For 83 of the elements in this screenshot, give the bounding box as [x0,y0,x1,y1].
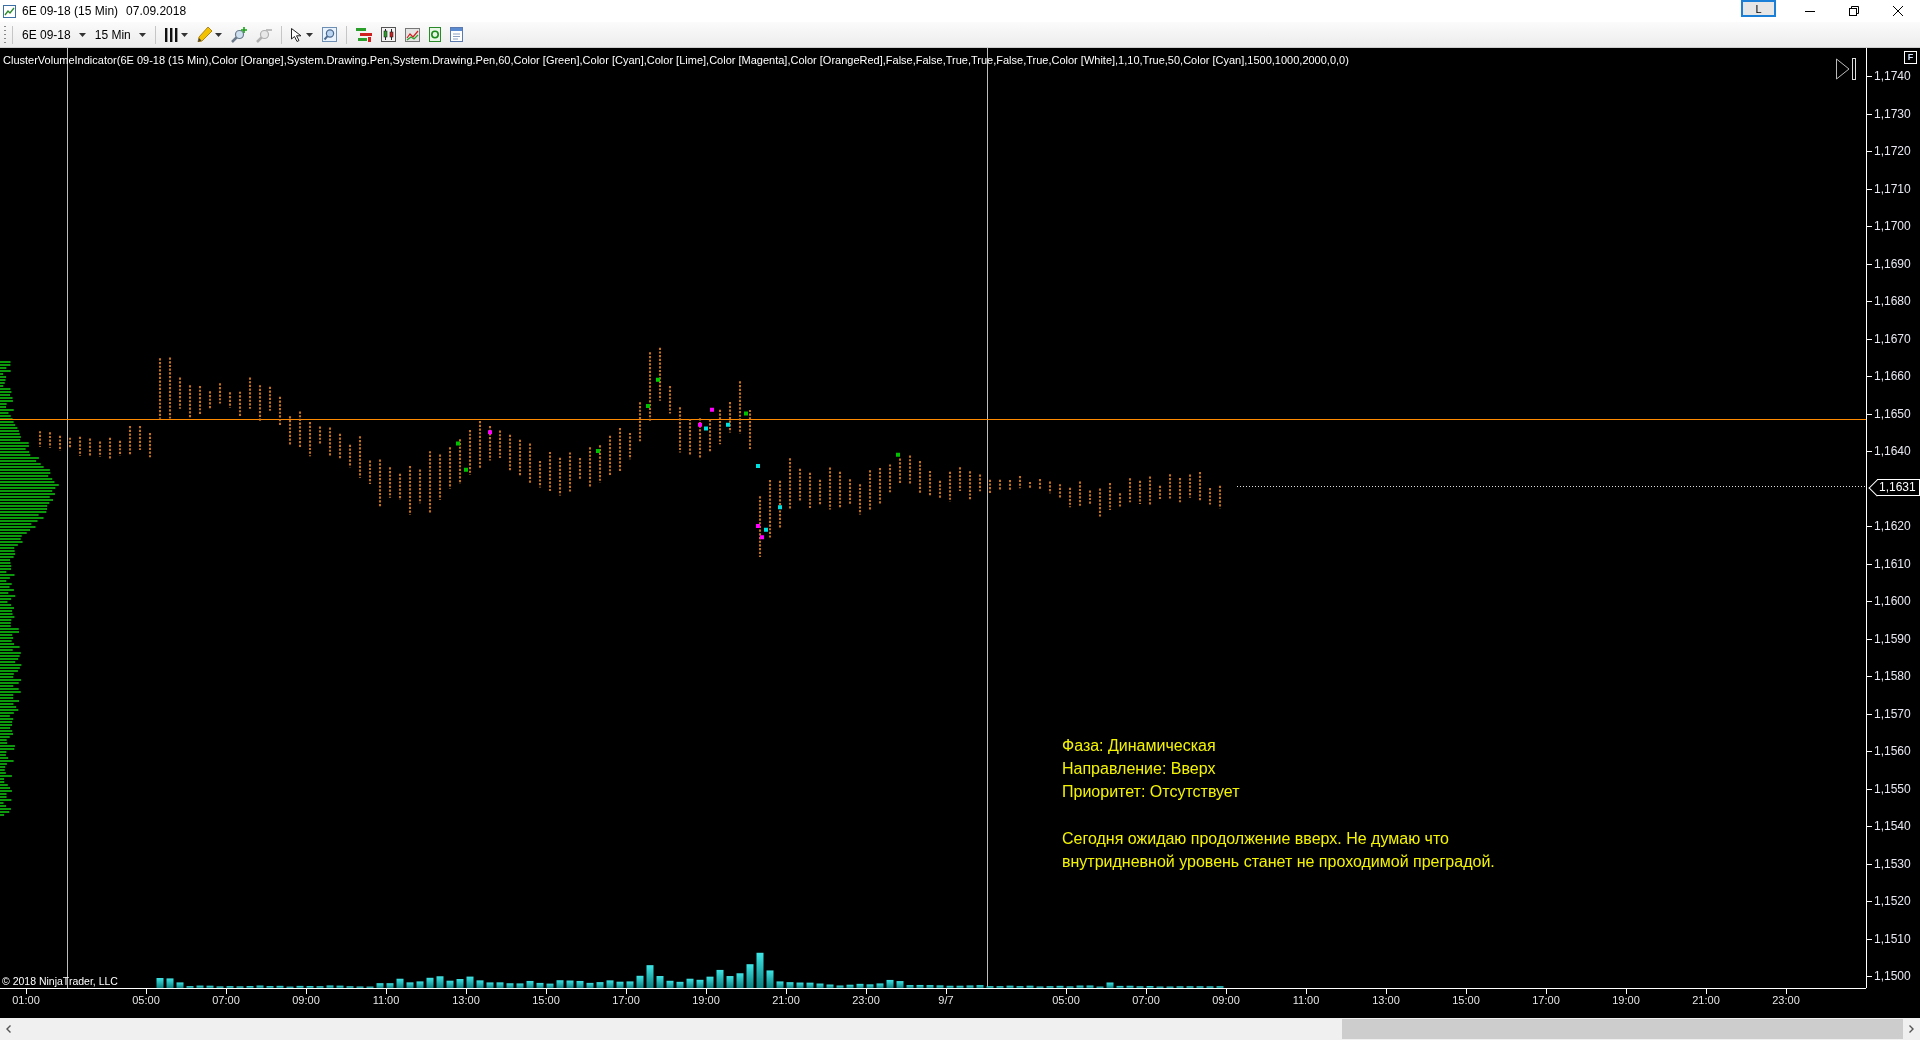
pencil-icon [196,27,212,42]
window-title: 6E 09-18 (15 Min) [22,4,119,18]
time-label: 17:00 [1526,989,1566,1007]
time-label: 19:00 [1606,989,1646,1007]
chart-window-icon [3,4,16,18]
time-label: 11:00 [1286,989,1326,1007]
banknote-icon [428,27,441,42]
price-label: 1,1700 [1867,219,1911,233]
price-label: 1,1500 [1867,969,1911,983]
window-date: 07.09.2018 [126,4,187,18]
price-label: 1,1620 [1867,519,1911,533]
price-label: 1,1600 [1867,594,1911,608]
panel-icon [449,27,463,42]
interval-dropdown[interactable]: 15 Min [91,24,149,45]
restore-icon [1849,6,1859,16]
time-label: 21:00 [766,989,806,1007]
time-label: 07:00 [206,989,246,1007]
caret-icon [138,32,146,37]
price-label: 1,1590 [1867,631,1911,646]
close-icon [1893,6,1903,16]
magnifier-icon [321,27,337,42]
time-label: 07:00 [1126,989,1166,1007]
caret-icon [305,32,313,37]
price-label: 1,1640 [1867,444,1911,458]
scroll-right-button[interactable] [1903,1018,1920,1040]
time-label: 15:00 [1446,989,1486,1007]
time-label: 13:00 [1366,989,1406,1007]
time-label: 17:00 [606,989,646,1007]
price-label: 1,1680 [1867,294,1911,308]
price-label: 1,1580 [1867,669,1911,683]
annotation-line: Фаза: Динамическая [1062,736,1217,756]
caret-icon [214,32,222,37]
caret-icon [180,32,188,37]
time-label: 11:00 [366,989,406,1007]
scale-button[interactable]: F [1904,51,1917,64]
time-label: 01:00 [6,989,46,1007]
price-label: 1,1730 [1867,106,1911,121]
price-label: 1,1670 [1867,331,1911,346]
scrollbar-thumb[interactable] [1342,1019,1903,1039]
price-label: 1,1740 [1867,69,1911,83]
price-label: 1,1520 [1867,894,1911,908]
time-label: 9/7 [926,989,966,1007]
time-label: 21:00 [1686,989,1726,1007]
scroll-left-button[interactable] [0,1018,17,1040]
price-label: 1,1570 [1867,706,1911,721]
price-label: 1,1650 [1867,406,1911,421]
chevron-right-icon [1909,1025,1914,1033]
zoom-out-icon [255,26,272,43]
price-label: 1,1710 [1867,181,1911,196]
annotation-note: Сегодня ожидаю продолжение вверх. Не думаю что внутридневной уровень станет не проходимой преградой. [1062,829,1495,872]
cursor-icon [290,27,303,42]
colored-bars-icon [355,27,372,42]
skip-to-end-icon[interactable] [1836,58,1857,80]
time-label: 09:00 [1206,989,1246,1007]
time-label: 05:00 [126,989,166,1007]
candlestick-icon [380,27,396,42]
price-label: 1,1610 [1867,556,1911,571]
price-label: 1,1540 [1867,819,1911,833]
price-label: 1,1720 [1867,144,1911,158]
price-label: 1,1560 [1867,744,1911,758]
price-label: 1,1530 [1867,856,1911,871]
current-price-tag: 1,1631 [1868,479,1920,496]
price-label: 1,1510 [1867,931,1911,946]
caret-icon [78,32,86,37]
time-label: 23:00 [846,989,886,1007]
time-label: 19:00 [686,989,726,1007]
instrument-dropdown[interactable]: 6E 09-18 [19,24,89,45]
minimize-icon [1805,10,1815,12]
annotation-line: Направление: Вверх [1062,759,1217,779]
price-label: 1,1550 [1867,781,1911,796]
time-label: 23:00 [1766,989,1806,1007]
line-chart-icon [404,27,420,42]
time-label: 05:00 [1046,989,1086,1007]
time-label: 09:00 [286,989,326,1007]
zoom-in-icon [230,26,247,43]
price-label: 1,1660 [1867,369,1911,383]
annotation-line: Приоритет: Отсутствует [1062,782,1241,802]
time-label: 13:00 [446,989,486,1007]
chevron-left-icon [6,1025,11,1033]
layout-button[interactable]: L [1741,0,1776,17]
bars-icon [164,27,178,42]
time-label: 15:00 [526,989,566,1007]
price-label: 1,1690 [1867,256,1911,271]
